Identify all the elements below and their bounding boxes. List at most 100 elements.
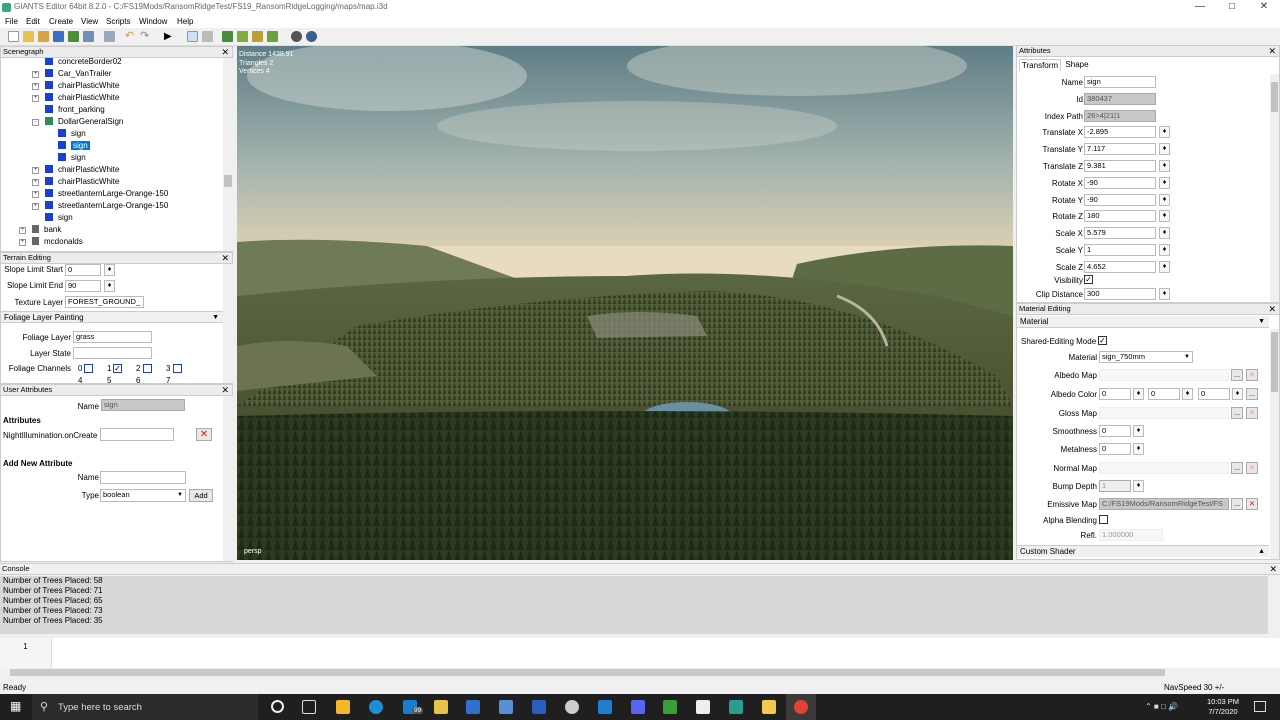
close-icon[interactable]: ✕ [1269,564,1277,574]
field-input[interactable]: -2.895 [1084,126,1156,139]
terrain-tool-icon[interactable] [222,31,233,42]
refl-input[interactable]: 1.000000 [1099,529,1163,541]
app-icon[interactable] [696,700,710,714]
clear-icon[interactable]: ✕ [1246,462,1258,474]
close-icon[interactable]: ✕ [221,253,229,263]
app-icon[interactable] [762,700,776,714]
tree-node[interactable]: sign [58,152,86,164]
tray-icons[interactable]: ⌃ ■ □ 🔊 [1145,702,1178,711]
spin-button[interactable]: ♦ [1159,160,1170,172]
channel-1-checkbox[interactable]: ✓ [113,364,122,373]
tree-node[interactable]: sign [58,128,86,140]
app-icon[interactable] [729,700,743,714]
new-file-icon[interactable] [8,31,19,42]
app-icon[interactable] [499,700,513,714]
albedo-b-spin[interactable]: ♦ [1232,388,1243,400]
edit-icon[interactable] [38,31,49,42]
file-explorer-icon[interactable] [434,700,448,714]
browse-button[interactable]: ... [1231,407,1243,419]
tree-node[interactable]: chairPlasticWhite [45,164,119,176]
close-icon[interactable]: ✕ [1268,304,1276,314]
close-icon[interactable]: ✕ [1268,46,1276,56]
spin-button[interactable]: ♦ [1159,143,1170,156]
expand-icon[interactable]: + [32,191,39,198]
expand-icon[interactable]: + [32,167,39,174]
foliage-section-header[interactable]: Foliage Layer Painting ▼ [1,311,223,323]
field-input[interactable]: 4.652 [1084,260,1156,273]
collapse-icon[interactable]: ▼ [1258,316,1265,327]
save-as-icon[interactable] [83,31,94,42]
spin-button[interactable]: ♦ [1159,210,1170,223]
windows-start-icon[interactable]: ▦ [10,700,22,713]
browse-button[interactable]: ... [1231,462,1243,474]
script-input-area[interactable]: 1 [0,638,1280,668]
scrollbar-thumb[interactable] [1271,332,1278,392]
smoothness-spin[interactable]: ♦ [1133,425,1144,437]
tree-node[interactable]: streetlanternLarge-Orange-150 [45,188,168,200]
slope-end-spin[interactable]: ♦ [104,280,115,292]
smoothness-input[interactable]: 0 [1099,425,1131,437]
alpha-blending-checkbox[interactable] [1099,515,1108,524]
refresh-icon[interactable] [68,31,79,42]
grass-tool-icon[interactable] [267,31,278,42]
clip-distance-spin[interactable]: ♦ [1159,288,1170,300]
slope-end-input[interactable]: 90 [65,280,101,292]
foliage-tool-icon[interactable] [252,31,263,42]
bump-depth-spin[interactable]: ♦ [1133,480,1144,492]
spin-button[interactable]: ♦ [1159,193,1170,206]
tab-shape[interactable]: Shape [1063,59,1091,71]
minimize-icon[interactable]: — [1184,0,1216,15]
menu-create[interactable]: Create [49,17,73,26]
material-scrollbar[interactable] [1270,329,1279,559]
taskbar-search[interactable]: ⚲ Type here to search [32,694,258,720]
visibility-checkbox[interactable]: ✓ [1084,275,1093,284]
spin-button[interactable]: ♦ [1159,126,1170,139]
delete-attribute-icon[interactable]: ✕ [196,428,212,441]
tree-node[interactable]: chairPlasticWhite [45,80,119,92]
attribute-value-input[interactable] [100,428,174,441]
albedo-r-spin[interactable]: ♦ [1133,388,1144,400]
horizontal-scrollbar[interactable] [0,668,1280,678]
albedo-g-input[interactable]: 0 [1148,388,1180,400]
albedo-r-input[interactable]: 0 [1099,388,1131,400]
scrollbar-thumb[interactable] [1271,82,1278,112]
color-picker-button[interactable]: ... [1246,388,1258,400]
close-icon[interactable]: ✕ [221,385,229,395]
collapse-icon[interactable]: - [32,119,39,126]
play-icon[interactable]: ▶ [164,31,175,42]
tree-node[interactable]: front_parking [45,104,105,116]
emissive-map-field[interactable]: C:/FS19Mods/RansomRidgeTest/FS [1099,498,1229,510]
foliage-layer-select[interactable]: grass [73,331,152,343]
spin-button[interactable]: ♦ [1159,227,1170,240]
field-input[interactable]: -90 [1084,193,1156,206]
tree-node[interactable]: DollarGeneralSign [45,116,123,128]
slope-start-spin[interactable]: ♦ [104,264,115,276]
channel-3-checkbox[interactable] [173,364,182,373]
albedo-g-spin[interactable]: ♦ [1182,388,1193,400]
reload-icon[interactable] [104,31,115,42]
tree-node[interactable]: Car_VanTrailer [45,68,111,80]
app-icon[interactable] [532,700,546,714]
tree-node[interactable]: streetlanternLarge-Orange-150 [45,200,168,212]
custom-shader-header[interactable]: Custom Shader ▲ [1017,545,1269,557]
menu-edit[interactable]: Edit [26,17,40,26]
tree-node[interactable]: sign [45,212,73,224]
scrollbar-thumb[interactable] [224,175,232,187]
normal-map-field[interactable] [1099,462,1229,474]
clear-icon[interactable]: ✕ [1246,369,1258,381]
expand-icon[interactable]: + [32,179,39,186]
expand-icon[interactable]: + [32,71,39,78]
spin-button[interactable]: ♦ [1159,244,1170,256]
open-folder-icon[interactable] [23,31,34,42]
channel-0-checkbox[interactable] [84,364,93,373]
tab-transform[interactable]: Transform [1019,59,1061,71]
notifications-icon[interactable] [1254,701,1266,712]
field-input[interactable]: 9.381 [1084,160,1156,172]
type-select[interactable]: boolean ▼ [100,489,186,502]
paint-tool-icon[interactable] [237,31,248,42]
expand-icon[interactable]: + [32,83,39,90]
field-input[interactable]: 7.117 [1084,143,1156,156]
clear-icon[interactable]: ✕ [1246,498,1258,510]
menu-window[interactable]: Window [139,17,167,26]
field-input[interactable]: 5.579 [1084,227,1156,240]
